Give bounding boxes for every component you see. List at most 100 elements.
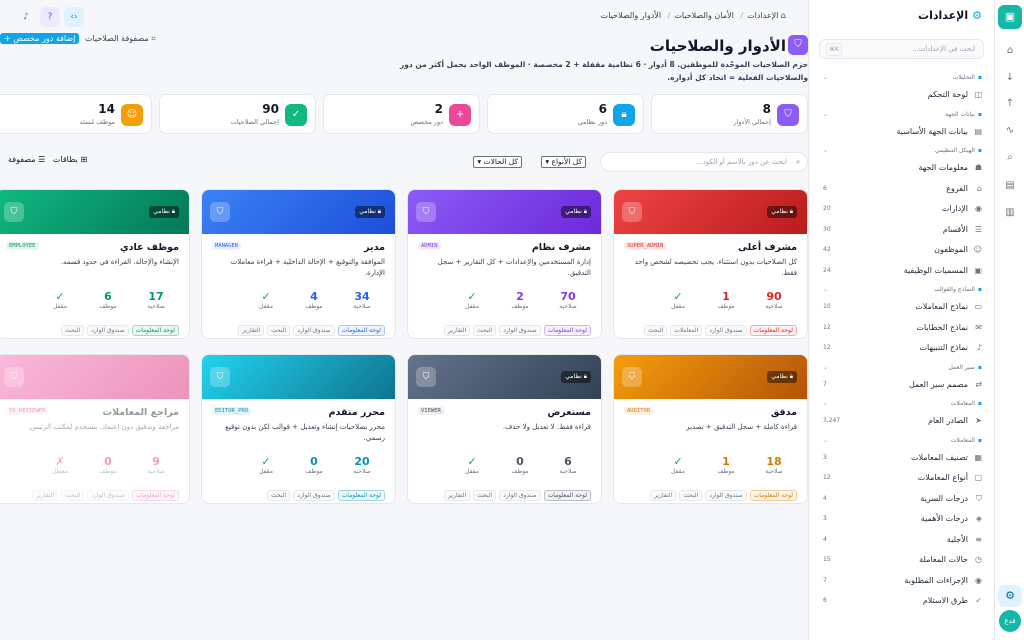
role-name: مستعرض — [547, 407, 591, 418]
home-icon[interactable]: ⌂ — [1002, 43, 1018, 59]
breadcrumb-security[interactable]: الأمان والصلاحيات — [674, 11, 734, 20]
sidebar-item[interactable]: ♪ نماذج التنبيهات 12 — [823, 340, 982, 356]
sidebar-item-count: 12 — [823, 474, 831, 481]
system-badge: 🔒︎ نظامي — [561, 206, 591, 218]
add-role-button[interactable]: + إضافة دور مخصص — [0, 33, 80, 44]
breadcrumb-settings[interactable]: الإعدادات — [747, 11, 778, 20]
chevron-down-icon[interactable]: ⌄ — [823, 147, 828, 154]
role-card[interactable]: ⛉ 🔒︎ نظامي مستعرض VIEWER قراءة فقط. لا تعديل… — [407, 354, 602, 504]
permission-matrix-link[interactable]: مصفوفة الصلاحيات — [85, 34, 149, 43]
shield-icon[interactable]: ⛉ — [622, 367, 642, 387]
role-stat: 9 صلاحية — [133, 455, 179, 475]
sidebar-item-icon: ▤ — [974, 126, 982, 136]
sidebar-item[interactable]: ◫ لوحة التحكم — [823, 87, 982, 103]
activity-icon[interactable]: ∿ — [1002, 123, 1018, 139]
icon-rail: ▣ ⌂ ↓ ↑ ∿ ⌕ ▤ ▥ ⚙ فدع — [994, 0, 1024, 640]
chevron-down-icon[interactable]: ⌄ — [823, 74, 828, 81]
role-code: ADMIN — [418, 242, 441, 250]
avatar[interactable]: فدع — [999, 610, 1021, 632]
settings-icon[interactable]: ⚙ — [998, 585, 1022, 607]
shield-icon[interactable]: ⛉ — [210, 367, 230, 387]
role-search-input[interactable]: ⌕ ابحث عن دور بالاسم أو الكود... — [600, 152, 808, 172]
view-cards-button[interactable]: ⊞ بطاقات — [53, 155, 87, 164]
sidebar-item[interactable]: ≡ الأجلية 4 — [823, 532, 982, 548]
shield-icon[interactable]: ⛉ — [4, 367, 24, 387]
stats-row: ⛉ 8 إجمالي الأدوار 🔒︎ 6 دور نظامي +2 دور مخصص ✓ 9… — [0, 94, 808, 134]
shield-icon[interactable]: ⛉ — [416, 202, 436, 222]
sidebar-item[interactable]: ☺ الموظفون 42 — [823, 242, 982, 258]
section-icon: ▪ — [977, 147, 982, 154]
sidebar-item[interactable]: ✉ نماذج الخطابات 12 — [823, 320, 982, 336]
sidebar-item[interactable]: ➤ الصادر العام 3,247 — [823, 413, 982, 429]
status-filter-select[interactable]: كل الحالات ▾ — [473, 156, 522, 168]
role-card[interactable]: ⛉ 🔒︎ نظامي مشرف أعلى SUPER_ADMIN كل الصلاحيا… — [613, 189, 808, 339]
permission-tag: لوحة المعلومات — [337, 325, 385, 336]
section-label: المعاملات — [950, 436, 975, 444]
sidebar-item[interactable]: ▤ بيانات الجهة الأساسية — [823, 124, 983, 140]
bell-icon[interactable]: ♪ — [16, 7, 36, 27]
sidebar-item-icon: ➤ — [975, 416, 982, 425]
sidebar-item[interactable]: ▢ أنواع المعاملات 12 — [823, 470, 982, 486]
role-stat-value: 2 — [516, 290, 524, 303]
search-icon[interactable]: ⌕ — [1002, 150, 1018, 166]
role-stat-value: ✓ — [55, 290, 65, 303]
sidebar-item[interactable]: ⇄ مصمم سير العمل 7 — [823, 377, 982, 393]
role-stat: 6 موظف — [85, 290, 131, 310]
role-card[interactable]: ⛉ مراجع المعاملات TX_REVIEWER مراجعة وتدقيق… — [0, 354, 190, 504]
role-card[interactable]: ⛉ 🔒︎ نظامي مشرف نظام ADMIN إدارة المستخدمين … — [407, 189, 602, 339]
shield-icon[interactable]: ⛉ — [4, 202, 24, 222]
chevron-down-icon[interactable]: ⌄ — [823, 364, 828, 371]
role-stat-value: 70 — [560, 290, 576, 303]
role-stat-value: 0 — [516, 455, 524, 468]
chevron-down-icon[interactable]: ⌄ — [823, 437, 828, 444]
role-stat-label: معطل — [52, 468, 68, 475]
role-stat-label: موظف — [305, 468, 323, 475]
sidebar-item[interactable]: ▦ تصنيف المعاملات 3 — [823, 450, 982, 466]
view-matrix-button[interactable]: ☰ مصفوفة — [8, 155, 45, 164]
stat-label: موظف مُسنَد — [79, 118, 115, 126]
sidebar-search-input[interactable]: ابحث في الإعدادات... K⌘ — [819, 39, 984, 59]
shield-icon[interactable]: ⛉ — [210, 202, 230, 222]
shield-icon[interactable]: ⛉ — [622, 202, 642, 222]
sidebar-item[interactable]: ◉ الإدارات 20 — [823, 201, 982, 217]
inbox-icon[interactable]: ↓ — [1002, 70, 1018, 86]
list-icon: ☰ — [38, 155, 46, 164]
role-code: VIEWER — [418, 407, 444, 415]
chevron-down-icon[interactable]: ⌄ — [823, 111, 828, 118]
chart-icon[interactable]: ▥ — [1002, 205, 1018, 221]
type-filter-select[interactable]: كل الأنواع ▾ — [541, 156, 586, 168]
role-card[interactable]: ⛉ 🔒︎ نظامي مدقق AUDITOR قراءة كاملة + سجل ال… — [613, 354, 808, 504]
role-name: مدقق — [770, 407, 797, 418]
archive-icon[interactable]: ▤ — [1002, 178, 1018, 194]
sidebar-item[interactable]: ▣ المسميات الوظيفية 24 — [823, 263, 982, 279]
chevron-down-icon[interactable]: ⌄ — [823, 286, 828, 293]
sidebar-item[interactable]: ✓ طرق الاستلام 6 — [823, 593, 982, 609]
sidebar-item-label: درجات الأهمية — [920, 514, 968, 523]
sidebar-item[interactable]: ◷ حالات المعاملة 15 — [823, 552, 982, 568]
role-card[interactable]: ⛉ 🔒︎ نظامي موظف عادي EMPLOYEE الإنشاء والإحا… — [0, 189, 190, 339]
role-stat-value: ✓ — [261, 455, 271, 468]
chevron-down-icon[interactable]: ⌄ — [823, 400, 828, 407]
stat-card: ☺ 14 موظف مُسنَد — [0, 94, 152, 134]
code-icon[interactable]: ‹› — [64, 7, 84, 27]
permission-tag: البحث — [267, 490, 291, 501]
shield-icon[interactable]: ⛉ — [416, 367, 436, 387]
permission-tag: المعاملات — [670, 325, 703, 336]
app-logo-icon[interactable]: ▣ — [998, 5, 1022, 29]
role-code: EDITOR_PRO — [212, 407, 252, 415]
help-icon[interactable]: ? — [40, 7, 60, 27]
breadcrumb-home-icon[interactable]: ⌂ — [781, 11, 786, 20]
outbox-icon[interactable]: ↑ — [1002, 96, 1018, 112]
sidebar-item[interactable]: ⌂ الفروع 6 — [823, 181, 982, 197]
sidebar-item[interactable]: ☰ الأقسام 30 — [823, 222, 982, 238]
sidebar-item[interactable]: ◈ درجات الأهمية 3 — [823, 511, 982, 527]
role-stat-label: موظف — [305, 303, 323, 310]
role-card[interactable]: ⛉ 🔒︎ نظامي مدير MANAGER الموافقة والتوقيع + … — [201, 189, 396, 339]
sidebar-item-label: الإجراءات المطلوبة — [904, 575, 968, 585]
sidebar-item[interactable]: ☗ معلومات الجهة — [823, 160, 982, 176]
sidebar-item[interactable]: ▭ نماذج المعاملات 10 — [823, 299, 982, 315]
sidebar-item[interactable]: ⛉ درجات السرية 4 — [823, 491, 982, 507]
role-card[interactable]: ⛉ محرر متقدم EDITOR_PRO محرر بصلاحيات إنشاء… — [201, 354, 396, 504]
sidebar-item[interactable]: ◉ الإجراءات المطلوبة 7 — [823, 573, 982, 589]
sidebar-item-label: الموظفون — [934, 245, 968, 254]
